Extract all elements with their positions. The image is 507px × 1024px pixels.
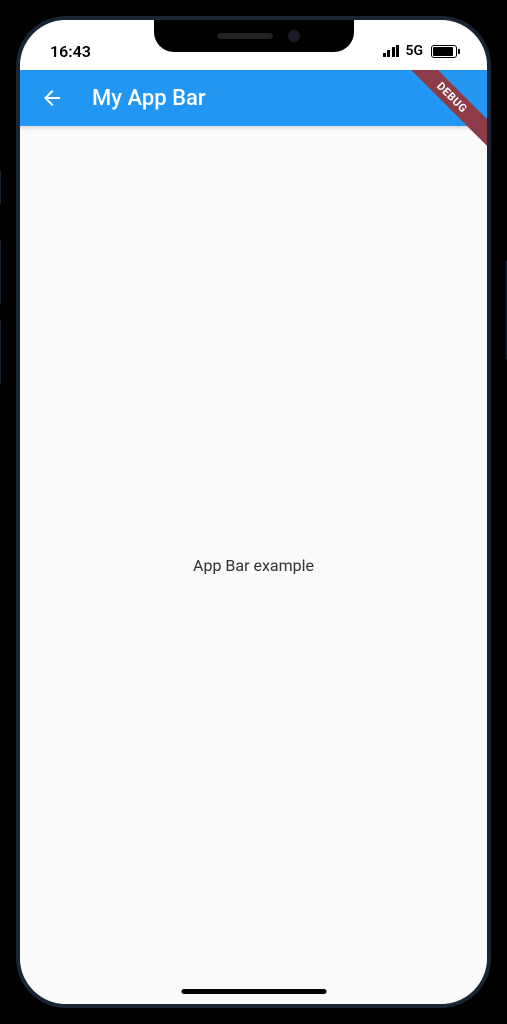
speaker: [217, 33, 273, 39]
volume-down-button: [0, 320, 1, 385]
network-label: 5G: [405, 43, 423, 59]
search-button[interactable]: [435, 78, 475, 118]
notch: [154, 20, 354, 52]
screen: 16:43 5G DEBUG: [20, 20, 487, 1004]
status-right: 5G: [383, 43, 457, 59]
phone-frame: 16:43 5G DEBUG: [0, 0, 507, 1024]
search-icon: [442, 85, 468, 111]
home-indicator[interactable]: [181, 989, 326, 994]
app-bar-title: My App Bar: [92, 86, 435, 111]
phone-bezel: 16:43 5G DEBUG: [16, 16, 491, 1008]
main-content: App Bar example: [20, 126, 487, 1004]
volume-up-button: [0, 240, 1, 305]
front-camera: [288, 30, 300, 42]
app-bar: My App Bar: [20, 70, 487, 126]
content-text: App Bar example: [193, 556, 314, 575]
arrow-back-icon: [40, 86, 64, 110]
status-time: 16:43: [50, 42, 91, 61]
silent-switch: [0, 170, 1, 205]
signal-icon: [383, 45, 400, 57]
back-button[interactable]: [32, 78, 72, 118]
battery-icon: [431, 45, 457, 58]
